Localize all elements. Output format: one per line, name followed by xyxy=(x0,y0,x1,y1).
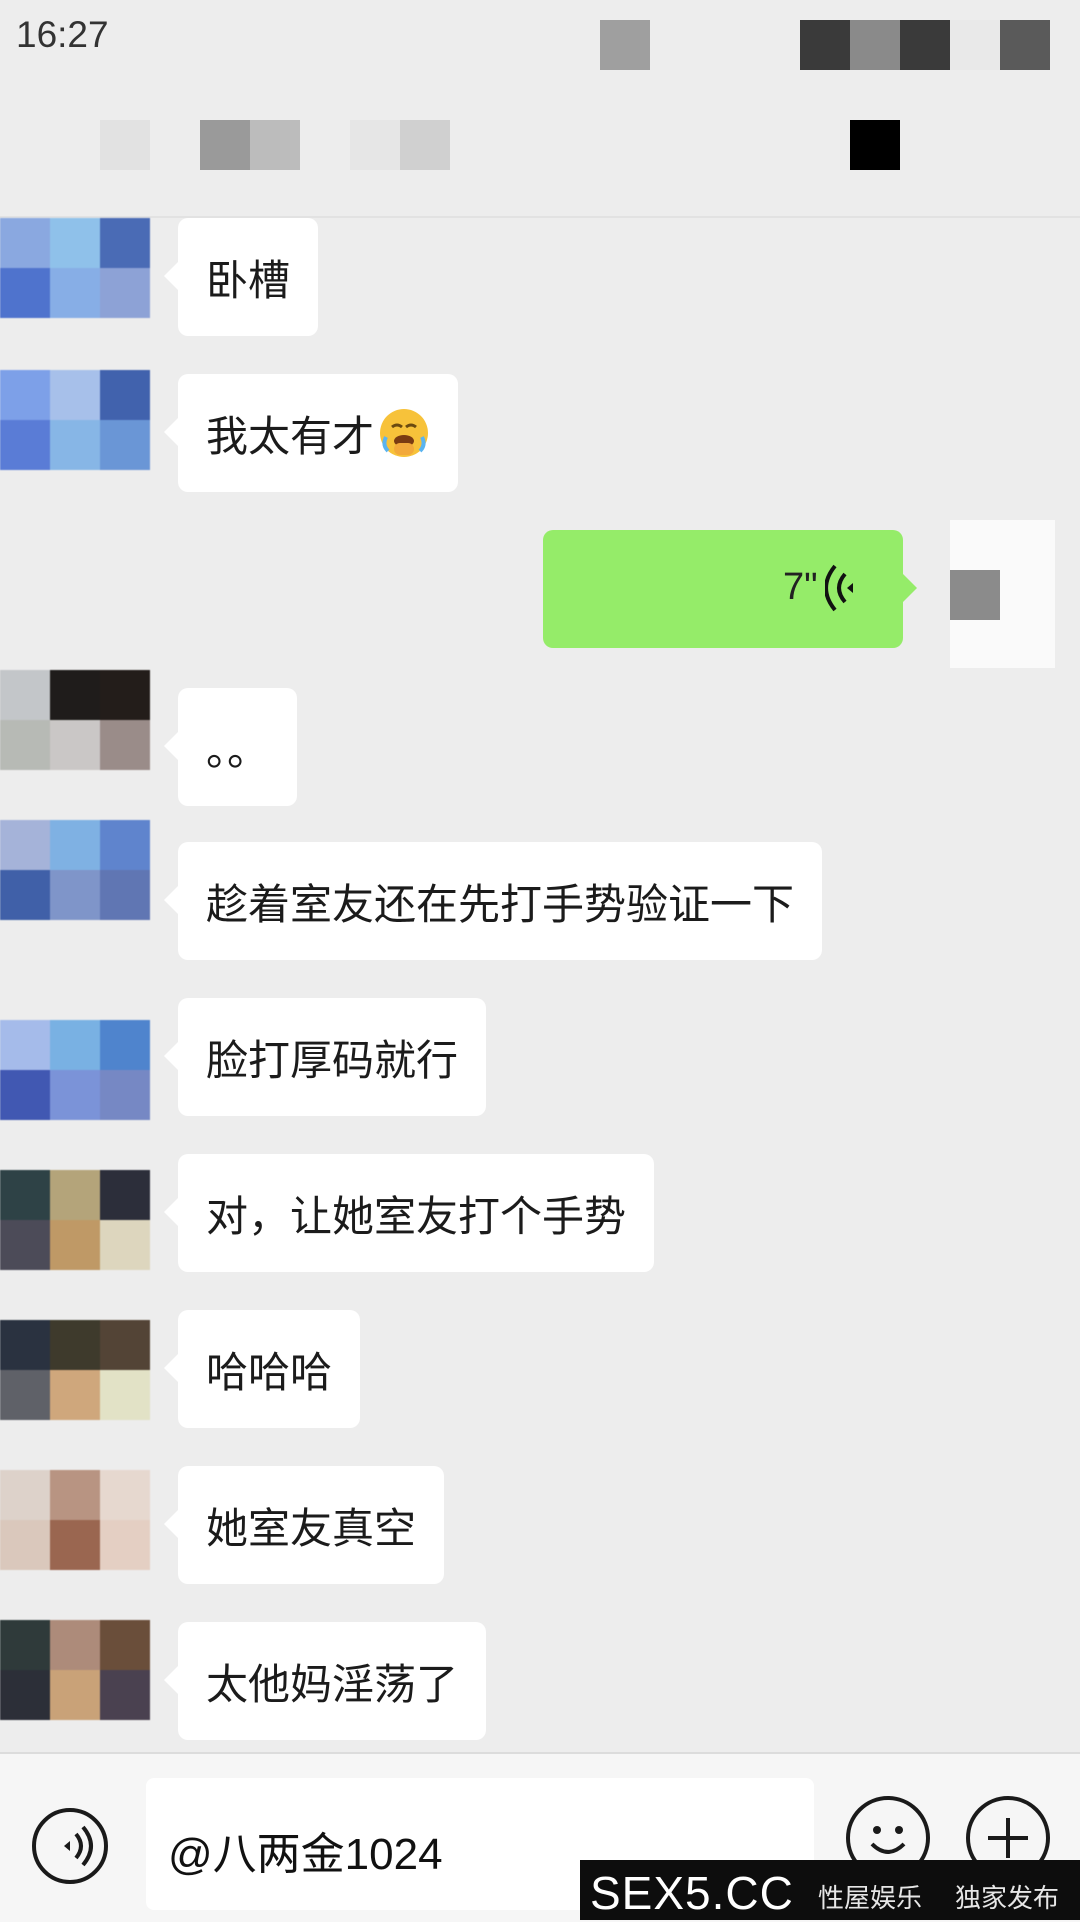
message-bubble[interactable]: 哈哈哈 xyxy=(163,1310,361,1428)
pixelated-title xyxy=(250,120,300,170)
avatar-pixel xyxy=(0,670,50,720)
avatar-pixel xyxy=(50,1320,100,1370)
message-bubble[interactable]: 对，让她室友打个手势 xyxy=(163,1154,655,1272)
avatar[interactable] xyxy=(0,1620,150,1720)
message-bubble[interactable]: 她室友真空 xyxy=(163,1466,445,1584)
avatar-pixel xyxy=(0,720,50,770)
pixelated-block xyxy=(900,20,950,70)
avatar-pixel xyxy=(0,1670,50,1720)
voice-input-button[interactable] xyxy=(32,1808,108,1884)
avatar-pixel xyxy=(100,670,150,720)
avatar-pixel xyxy=(50,870,100,920)
avatar-pixel xyxy=(100,820,150,870)
back-button[interactable] xyxy=(100,120,150,170)
watermark-logo: SEX5.CC xyxy=(590,1867,794,1919)
avatar-pixel xyxy=(100,1070,150,1120)
voice-icon xyxy=(64,1825,93,1867)
message-text: 哈哈哈 xyxy=(206,1348,333,1396)
avatar-pixel xyxy=(50,670,100,720)
avatar-pixel xyxy=(0,870,50,920)
avatar[interactable] xyxy=(0,1320,150,1420)
avatar-pixel xyxy=(50,1470,100,1520)
message-input-value: @八两金1024 xyxy=(168,1830,443,1879)
avatar-pixel xyxy=(100,1470,150,1520)
avatar-pixel xyxy=(50,1370,100,1420)
avatar-pixel xyxy=(50,1620,100,1670)
avatar-pixel xyxy=(100,720,150,770)
pixelated-block xyxy=(1000,20,1050,70)
avatar[interactable] xyxy=(0,1170,150,1270)
pixelated-block xyxy=(950,20,1000,70)
message-bubble[interactable]: 趁着室友还在先打手势验证一下 xyxy=(163,842,823,960)
avatar-pixel xyxy=(100,1020,150,1070)
avatar-pixel xyxy=(0,1070,50,1120)
status-bar: 16:27 xyxy=(0,0,1080,80)
avatar-pixel xyxy=(0,1370,50,1420)
chat-header xyxy=(0,80,1080,218)
avatar-pixel xyxy=(100,1520,150,1570)
avatar-pixel xyxy=(0,1220,50,1270)
watermark-text: 性屋娱乐 xyxy=(818,1883,923,1913)
avatar-pixel xyxy=(0,1020,50,1070)
avatar-pixel xyxy=(0,1170,50,1220)
pixelated-title xyxy=(400,120,450,170)
avatar[interactable] xyxy=(0,670,150,820)
status-time: 16:27 xyxy=(16,14,109,55)
pixelated-title xyxy=(200,120,250,170)
avatar[interactable] xyxy=(0,820,150,920)
avatar-pixel xyxy=(100,1170,150,1220)
avatar-pixel xyxy=(50,820,100,870)
avatar-pixel xyxy=(0,820,50,870)
watermark: SEX5.CC 性屋娱乐 独家发布 xyxy=(580,1860,1080,1920)
avatar-pixel xyxy=(0,1320,50,1370)
avatar[interactable] xyxy=(0,1020,150,1120)
avatar-pixel xyxy=(50,1670,100,1720)
message-text: 对，让她室友打个手势 xyxy=(206,1192,627,1240)
message-text: 趁着室友还在先打手势验证一下 xyxy=(206,880,795,928)
avatar-pixel xyxy=(100,1220,150,1270)
pixelated-block xyxy=(850,20,900,70)
avatar-pixel xyxy=(50,1020,100,1070)
message-text: 脸打厚码就行 xyxy=(206,1036,459,1084)
watermark-text: 独家发布 xyxy=(955,1883,1060,1913)
avatar-pixel xyxy=(50,1070,100,1120)
avatar-pixel xyxy=(100,1320,150,1370)
avatar-pixel xyxy=(100,870,150,920)
avatar-pixel xyxy=(50,1220,100,1270)
pixelated-block xyxy=(600,20,650,70)
avatar-pixel xyxy=(100,1620,150,1670)
message-bubble[interactable]: 。。 xyxy=(163,688,298,806)
avatar-pixel xyxy=(50,1520,100,1570)
more-button[interactable] xyxy=(850,120,900,170)
chat-messages-continued: 。。 趁着室友还在先打手势验证一下 脸打厚码就行 对，让她室友打个手势 哈哈哈 … xyxy=(0,218,1080,1758)
avatar-pixel xyxy=(0,1620,50,1670)
avatar-pixel xyxy=(50,1170,100,1220)
pixelated-title xyxy=(350,120,400,170)
avatar-pixel xyxy=(0,1520,50,1570)
message-bubble[interactable]: 脸打厚码就行 xyxy=(163,998,487,1116)
avatar-pixel xyxy=(100,1370,150,1420)
message-text: 。。 xyxy=(206,726,270,774)
avatar-pixel xyxy=(0,1470,50,1520)
pixelated-block xyxy=(800,20,850,70)
message-text: 太他妈淫荡了 xyxy=(206,1660,459,1708)
avatar-pixel xyxy=(50,720,100,770)
message-bubble[interactable]: 太他妈淫荡了 xyxy=(163,1622,487,1740)
avatar-pixel xyxy=(100,1670,150,1720)
message-text: 她室友真空 xyxy=(206,1504,417,1552)
avatar[interactable] xyxy=(0,1470,150,1570)
